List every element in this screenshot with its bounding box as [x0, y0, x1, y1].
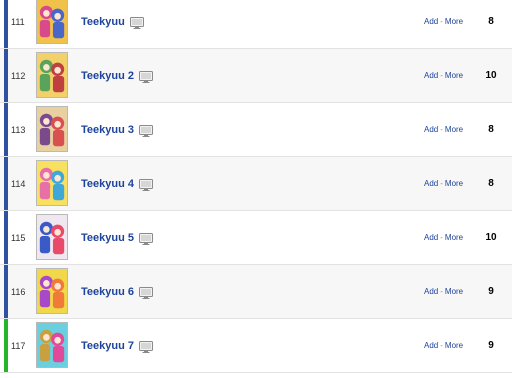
row-actions: Add - More — [424, 157, 463, 210]
add-link[interactable]: Add — [424, 17, 438, 26]
list-row: 117 Teekyuu 7 Add - More 9 — [0, 319, 512, 373]
list-row: 111 Teekyuu Add - More 8 — [0, 0, 512, 49]
add-link[interactable]: Add — [424, 179, 438, 188]
score: 8 — [488, 16, 494, 27]
status-bar — [4, 49, 8, 102]
row-actions: Add - More — [424, 319, 463, 372]
anime-title-link[interactable]: Teekyuu 5 — [81, 232, 134, 244]
add-link[interactable]: Add — [424, 71, 438, 80]
row-actions: Add - More — [424, 265, 463, 318]
more-link[interactable]: More — [445, 71, 463, 80]
cover-image[interactable] — [36, 160, 68, 206]
action-separator: - — [440, 233, 443, 242]
score: 9 — [488, 340, 494, 351]
tv-icon[interactable] — [129, 16, 144, 29]
more-link[interactable]: More — [445, 341, 463, 350]
row-number: 114 — [11, 178, 26, 189]
anime-title-link[interactable]: Teekyuu 3 — [81, 124, 134, 136]
action-separator: - — [440, 17, 443, 26]
status-bar — [4, 103, 8, 156]
list-row: 113 Teekyuu 3 Add - More 8 — [0, 103, 512, 157]
anime-list: 111 Teekyuu Add - More 8 112 Teekyuu 2 A… — [0, 0, 512, 378]
anime-title-link[interactable]: Teekyuu 4 — [81, 178, 134, 190]
cover-image[interactable] — [36, 322, 68, 368]
tv-icon[interactable] — [139, 70, 153, 83]
more-link[interactable]: More — [445, 179, 463, 188]
status-bar — [4, 157, 8, 210]
status-bar — [4, 265, 8, 318]
row-number: 115 — [11, 232, 26, 243]
cover-image[interactable] — [36, 214, 68, 260]
anime-title-link[interactable]: Teekyuu 6 — [81, 286, 134, 298]
add-link[interactable]: Add — [424, 233, 438, 242]
more-link[interactable]: More — [445, 17, 463, 26]
more-link[interactable]: More — [445, 287, 463, 296]
row-actions: Add - More — [424, 49, 463, 102]
list-row: 115 Teekyuu 5 Add - More 10 — [0, 211, 512, 265]
cover-image[interactable] — [36, 268, 68, 314]
more-link[interactable]: More — [445, 125, 463, 134]
tv-icon[interactable] — [139, 286, 153, 299]
row-number: 117 — [11, 340, 26, 351]
cover-image[interactable] — [36, 52, 68, 98]
row-number: 112 — [11, 70, 26, 81]
anime-title-link[interactable]: Teekyuu 7 — [81, 340, 134, 352]
tv-icon[interactable] — [139, 124, 153, 137]
row-number: 116 — [11, 286, 26, 297]
list-row: 114 Teekyuu 4 Add - More 8 — [0, 157, 512, 211]
score: 8 — [488, 178, 494, 189]
score: 8 — [488, 124, 494, 135]
add-link[interactable]: Add — [424, 287, 438, 296]
tv-icon[interactable] — [139, 178, 153, 191]
list-row: 116 Teekyuu 6 Add - More 9 — [0, 265, 512, 319]
action-separator: - — [440, 341, 443, 350]
cover-image[interactable] — [36, 106, 68, 152]
anime-title-link[interactable]: Teekyuu — [81, 16, 125, 28]
tv-icon[interactable] — [139, 340, 153, 353]
action-separator: - — [440, 287, 443, 296]
row-actions: Add - More — [424, 0, 463, 48]
status-bar — [4, 211, 8, 264]
action-separator: - — [440, 179, 443, 188]
row-actions: Add - More — [424, 211, 463, 264]
row-number: 113 — [11, 124, 26, 135]
more-link[interactable]: More — [445, 233, 463, 242]
row-number: 111 — [11, 16, 25, 27]
status-bar — [4, 319, 8, 372]
action-separator: - — [440, 71, 443, 80]
score: 9 — [488, 286, 494, 297]
add-link[interactable]: Add — [424, 125, 438, 134]
action-separator: - — [440, 125, 443, 134]
tv-icon[interactable] — [139, 232, 153, 245]
score: 10 — [485, 232, 497, 243]
cover-image[interactable] — [36, 0, 68, 44]
row-actions: Add - More — [424, 103, 463, 156]
score: 10 — [485, 70, 497, 81]
anime-title-link[interactable]: Teekyuu 2 — [81, 70, 134, 82]
list-row: 112 Teekyuu 2 Add - More 10 — [0, 49, 512, 103]
add-link[interactable]: Add — [424, 341, 438, 350]
status-bar — [4, 0, 8, 48]
